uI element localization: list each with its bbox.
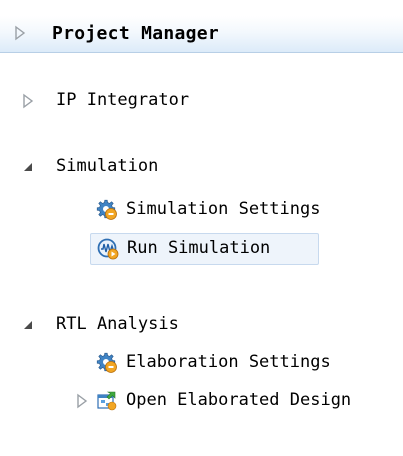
open-design-icon <box>96 390 118 412</box>
expand-triangle-icon[interactable] <box>76 393 88 413</box>
tree-node-label: Simulation <box>56 156 159 176</box>
expand-triangle-icon[interactable] <box>22 93 34 113</box>
collapse-triangle-icon[interactable] <box>22 159 34 179</box>
tree-node-label: RTL Analysis <box>56 314 179 334</box>
tree-node-simulation[interactable]: Simulation <box>0 152 403 182</box>
gear-icon <box>96 199 118 221</box>
item-label: Simulation Settings <box>126 199 321 219</box>
tree-node-rtl-analysis[interactable]: RTL Analysis <box>0 310 403 340</box>
tree-node-label: IP Integrator <box>56 90 190 110</box>
project-manager-header[interactable]: Project Manager <box>0 16 403 53</box>
item-label: Elaboration Settings <box>126 352 331 372</box>
tree-node-ip-integrator[interactable]: IP Integrator <box>0 86 403 116</box>
gear-icon <box>96 352 118 374</box>
open-elaborated-design-item[interactable]: Open Elaborated Design <box>77 386 403 416</box>
elaboration-settings-item[interactable]: Elaboration Settings <box>90 348 390 378</box>
header-title: Project Manager <box>52 23 220 44</box>
collapse-triangle-icon[interactable] <box>22 317 34 337</box>
expand-triangle-icon[interactable] <box>14 25 26 45</box>
run-simulation-item[interactable]: Run Simulation <box>90 233 319 265</box>
simulation-settings-item[interactable]: Simulation Settings <box>90 195 380 225</box>
run-simulation-icon <box>97 238 119 260</box>
item-label: Open Elaborated Design <box>126 390 352 410</box>
item-label: Run Simulation <box>127 238 271 258</box>
